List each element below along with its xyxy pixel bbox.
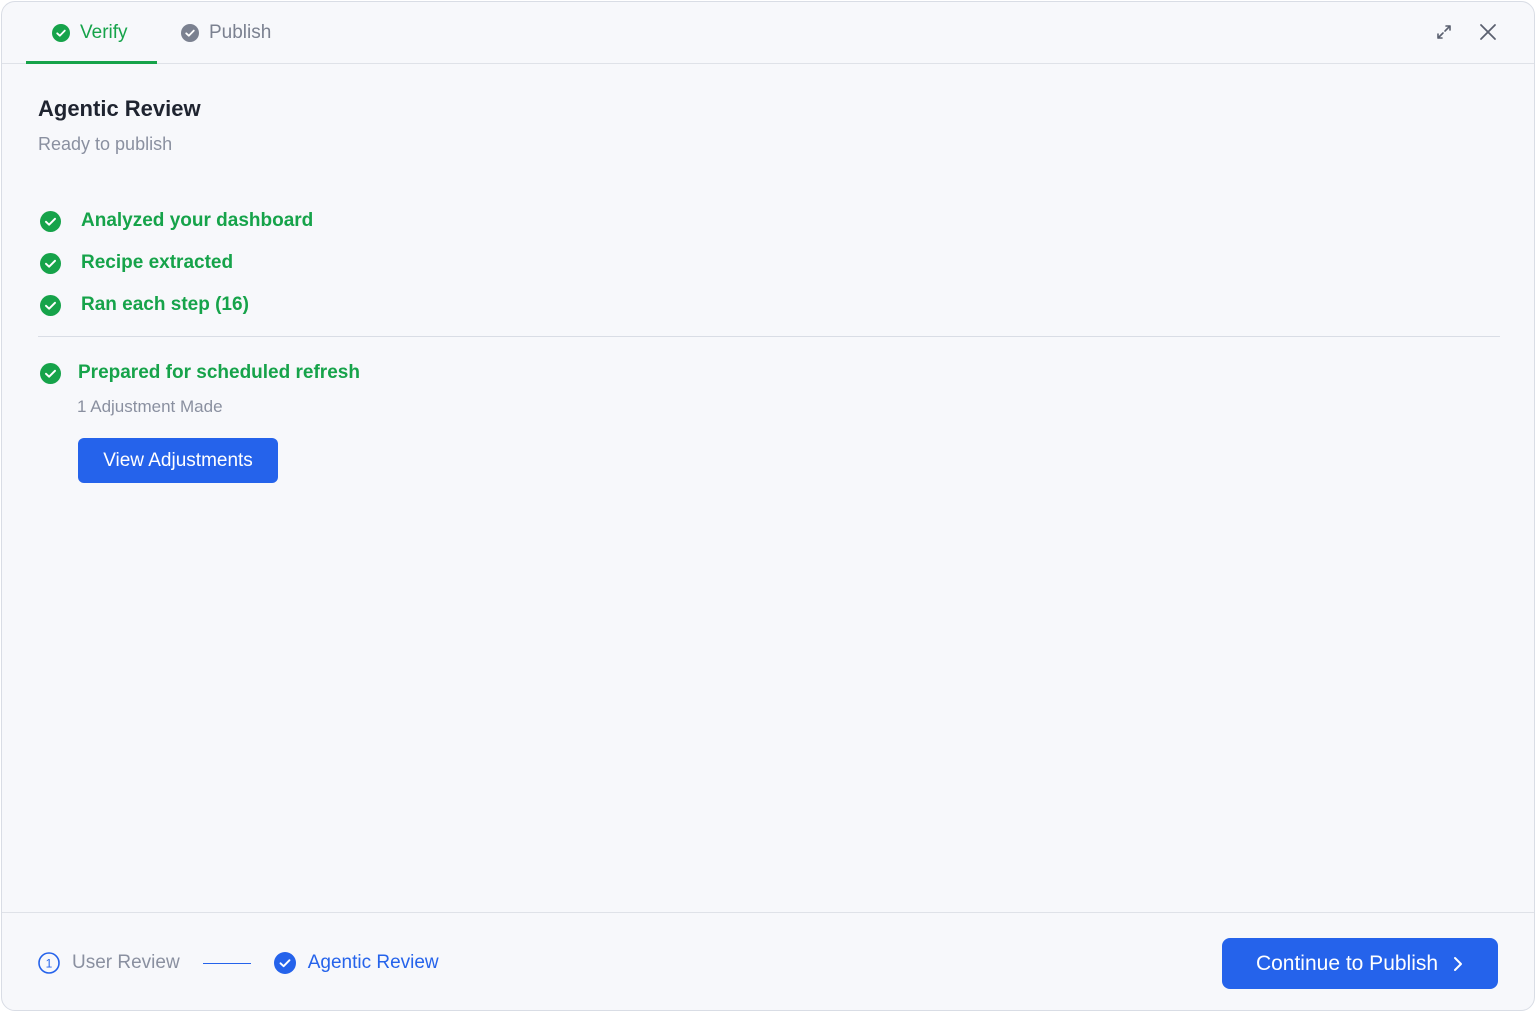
publish-dialog: Verify Publish Agentic Review Ready to p… <box>1 1 1535 1011</box>
check-circle-icon <box>181 23 199 42</box>
list-item: Analyzed your dashboard <box>40 200 313 242</box>
step-agentic-review[interactable]: Agentic Review <box>273 952 439 974</box>
list-item: Recipe extracted <box>40 242 313 284</box>
step-number: 1 <box>46 957 53 971</box>
page-title: Agentic Review <box>38 96 201 121</box>
stepper: 1 User Review Agentic Review <box>38 949 439 977</box>
header-actions <box>1432 20 1500 44</box>
check-label: Ran each step (16) <box>81 294 249 315</box>
page-subtitle: Ready to publish <box>38 134 173 154</box>
close-icon <box>1480 24 1496 40</box>
tab-verify[interactable]: Verify <box>26 2 157 64</box>
check-circle-icon <box>273 952 296 974</box>
step-user-review[interactable]: 1 User Review <box>38 952 180 974</box>
check-circle-icon <box>40 210 61 232</box>
check-circle-icon <box>40 252 61 274</box>
check-circle-icon <box>52 23 70 42</box>
check-label: Analyzed your dashboard <box>81 210 314 231</box>
tab-label: Publish <box>209 21 272 43</box>
step-label: User Review <box>72 952 180 973</box>
expand-icon <box>1437 25 1451 39</box>
dialog-footer: 1 User Review Agentic Review Continue to… <box>2 912 1534 1010</box>
check-circle-icon <box>40 294 61 316</box>
check-label: Recipe extracted <box>81 252 234 273</box>
tab-label: Verify <box>80 21 128 43</box>
adjustment-count: 1 Adjustment Made <box>77 397 223 416</box>
close-button[interactable] <box>1476 20 1500 44</box>
step-connector <box>202 962 251 964</box>
view-adjustments-button[interactable]: View Adjustments <box>78 438 278 483</box>
divider <box>38 336 1500 337</box>
continue-to-publish-button[interactable]: Continue to Publish <box>1222 938 1498 989</box>
chevron-right-icon <box>1454 956 1463 971</box>
prepared-label: Prepared for scheduled refresh <box>78 362 360 383</box>
check-circle-icon <box>40 362 61 384</box>
continue-label: Continue to Publish <box>1255 951 1439 975</box>
step-label: Agentic Review <box>307 952 439 973</box>
dialog-header: Verify Publish <box>2 2 1534 64</box>
step-number-icon: 1 <box>38 952 60 974</box>
list-item: Ran each step (16) <box>40 284 313 326</box>
expand-button[interactable] <box>1432 20 1456 44</box>
check-list: Analyzed your dashboard Recipe extracted… <box>40 200 313 326</box>
prepared-status: Prepared for scheduled refresh <box>40 362 360 384</box>
tab-publish[interactable]: Publish <box>181 2 271 63</box>
